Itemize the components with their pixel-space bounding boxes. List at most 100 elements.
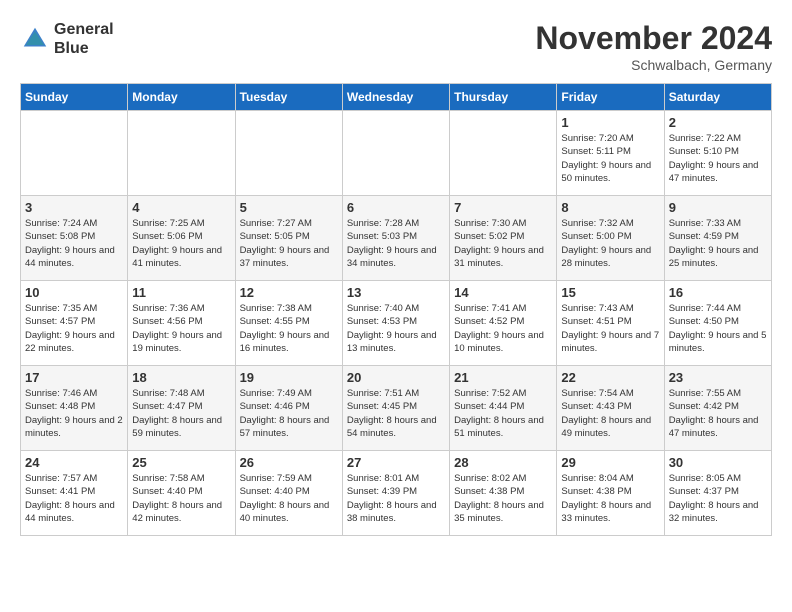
day-cell: 4Sunrise: 7:25 AM Sunset: 5:06 PM Daylig…: [128, 196, 235, 281]
day-cell: 24 Sunrise: 7:57 AM Sunset: 4:41 PM Dayli…: [21, 451, 128, 536]
week-row-4: 17 Sunrise: 7:46 AM Sunset: 4:48 PM Dayli…: [21, 366, 772, 451]
day-cell: 27 Sunrise: 8:01 AM Sunset: 4:39 PM Dayli…: [342, 451, 449, 536]
day-info: Sunrise: 7:33 AM Sunset: 4:59 PM Dayligh…: [669, 217, 767, 270]
calendar-table: SundayMondayTuesdayWednesdayThursdayFrid…: [20, 83, 772, 536]
day-info: Sunrise: 7:48 AM Sunset: 4:47 PM Dayligh…: [132, 387, 230, 440]
day-info: Sunrise: 7:22 AM Sunset: 5:10 PM Dayligh…: [669, 132, 767, 185]
day-number: 17: [25, 370, 123, 385]
day-number: 25: [132, 455, 230, 470]
day-info: Sunrise: 7:58 AM Sunset: 4:40 PM Dayligh…: [132, 472, 230, 525]
day-cell: 2 Sunrise: 7:22 AM Sunset: 5:10 PM Daylig…: [664, 111, 771, 196]
day-number: 29: [561, 455, 659, 470]
day-number: 24: [25, 455, 123, 470]
day-info: Sunrise: 7:43 AM Sunset: 4:51 PM Dayligh…: [561, 302, 659, 355]
day-cell: 14Sunrise: 7:41 AM Sunset: 4:52 PM Dayli…: [450, 281, 557, 366]
day-info: Sunrise: 7:24 AM Sunset: 5:08 PM Dayligh…: [25, 217, 123, 270]
day-info: Sunrise: 7:27 AM Sunset: 5:05 PM Dayligh…: [240, 217, 338, 270]
weekday-header-sunday: Sunday: [21, 84, 128, 111]
weekday-header-wednesday: Wednesday: [342, 84, 449, 111]
day-cell: 11 Sunrise: 7:36 AM Sunset: 4:56 PM Dayli…: [128, 281, 235, 366]
week-row-3: 10 Sunrise: 7:35 AM Sunset: 4:57 PM Dayli…: [21, 281, 772, 366]
day-info: Sunrise: 7:25 AM Sunset: 5:06 PM Dayligh…: [132, 217, 230, 270]
week-row-2: 3 Sunrise: 7:24 AM Sunset: 5:08 PM Daylig…: [21, 196, 772, 281]
page-header: General Blue November 2024 Schwalbach, G…: [20, 20, 772, 73]
day-info: Sunrise: 7:57 AM Sunset: 4:41 PM Dayligh…: [25, 472, 123, 525]
day-cell: 29 Sunrise: 8:04 AM Sunset: 4:38 PM Dayli…: [557, 451, 664, 536]
day-info: Sunrise: 7:46 AM Sunset: 4:48 PM Dayligh…: [25, 387, 123, 440]
header-row: SundayMondayTuesdayWednesdayThursdayFrid…: [21, 84, 772, 111]
day-number: 20: [347, 370, 445, 385]
day-info: Sunrise: 7:20 AM Sunset: 5:11 PM Dayligh…: [561, 132, 659, 185]
day-cell: 20 Sunrise: 7:51 AM Sunset: 4:45 PM Dayli…: [342, 366, 449, 451]
weekday-header-thursday: Thursday: [450, 84, 557, 111]
day-cell: 8 Sunrise: 7:32 AM Sunset: 5:00 PM Daylig…: [557, 196, 664, 281]
day-cell: 5 Sunrise: 7:27 AM Sunset: 5:05 PM Daylig…: [235, 196, 342, 281]
day-number: 23: [669, 370, 767, 385]
day-info: Sunrise: 7:28 AM Sunset: 5:03 PM Dayligh…: [347, 217, 445, 270]
day-number: 1: [561, 115, 659, 130]
day-cell: 19Sunrise: 7:49 AM Sunset: 4:46 PM Dayli…: [235, 366, 342, 451]
day-info: Sunrise: 7:55 AM Sunset: 4:42 PM Dayligh…: [669, 387, 767, 440]
day-cell: 9Sunrise: 7:33 AM Sunset: 4:59 PM Daylig…: [664, 196, 771, 281]
day-number: 18: [132, 370, 230, 385]
day-info: Sunrise: 7:32 AM Sunset: 5:00 PM Dayligh…: [561, 217, 659, 270]
day-number: 3: [25, 200, 123, 215]
day-number: 8: [561, 200, 659, 215]
day-number: 10: [25, 285, 123, 300]
day-cell: 6 Sunrise: 7:28 AM Sunset: 5:03 PM Daylig…: [342, 196, 449, 281]
day-info: Sunrise: 8:05 AM Sunset: 4:37 PM Dayligh…: [669, 472, 767, 525]
week-row-5: 24 Sunrise: 7:57 AM Sunset: 4:41 PM Dayli…: [21, 451, 772, 536]
day-info: Sunrise: 8:04 AM Sunset: 4:38 PM Dayligh…: [561, 472, 659, 525]
logo: General Blue: [20, 20, 114, 58]
weekday-header-monday: Monday: [128, 84, 235, 111]
day-cell: 21Sunrise: 7:52 AM Sunset: 4:44 PM Dayli…: [450, 366, 557, 451]
logo-text: General Blue: [54, 20, 114, 58]
month-title: November 2024: [535, 20, 772, 57]
day-info: Sunrise: 7:30 AM Sunset: 5:02 PM Dayligh…: [454, 217, 552, 270]
day-info: Sunrise: 7:40 AM Sunset: 4:53 PM Dayligh…: [347, 302, 445, 355]
day-cell: 13 Sunrise: 7:40 AM Sunset: 4:53 PM Dayli…: [342, 281, 449, 366]
day-number: 5: [240, 200, 338, 215]
day-cell: [128, 111, 235, 196]
day-cell: [235, 111, 342, 196]
day-number: 13: [347, 285, 445, 300]
day-info: Sunrise: 7:35 AM Sunset: 4:57 PM Dayligh…: [25, 302, 123, 355]
day-cell: 28Sunrise: 8:02 AM Sunset: 4:38 PM Dayli…: [450, 451, 557, 536]
day-number: 22: [561, 370, 659, 385]
day-cell: 7 Sunrise: 7:30 AM Sunset: 5:02 PM Daylig…: [450, 196, 557, 281]
day-info: Sunrise: 7:36 AM Sunset: 4:56 PM Dayligh…: [132, 302, 230, 355]
day-number: 11: [132, 285, 230, 300]
day-number: 28: [454, 455, 552, 470]
day-cell: 1 Sunrise: 7:20 AM Sunset: 5:11 PM Daylig…: [557, 111, 664, 196]
day-info: Sunrise: 7:38 AM Sunset: 4:55 PM Dayligh…: [240, 302, 338, 355]
day-number: 21: [454, 370, 552, 385]
day-number: 7: [454, 200, 552, 215]
day-cell: 15 Sunrise: 7:43 AM Sunset: 4:51 PM Dayli…: [557, 281, 664, 366]
day-cell: 10 Sunrise: 7:35 AM Sunset: 4:57 PM Dayli…: [21, 281, 128, 366]
day-number: 16: [669, 285, 767, 300]
day-info: Sunrise: 7:51 AM Sunset: 4:45 PM Dayligh…: [347, 387, 445, 440]
day-cell: 26 Sunrise: 7:59 AM Sunset: 4:40 PM Dayli…: [235, 451, 342, 536]
week-row-1: 1 Sunrise: 7:20 AM Sunset: 5:11 PM Daylig…: [21, 111, 772, 196]
weekday-header-saturday: Saturday: [664, 84, 771, 111]
logo-line2: Blue: [54, 39, 114, 58]
day-number: 27: [347, 455, 445, 470]
day-info: Sunrise: 8:01 AM Sunset: 4:39 PM Dayligh…: [347, 472, 445, 525]
day-cell: [342, 111, 449, 196]
day-number: 2: [669, 115, 767, 130]
day-cell: 30 Sunrise: 8:05 AM Sunset: 4:37 PM Dayli…: [664, 451, 771, 536]
day-number: 30: [669, 455, 767, 470]
weekday-header-friday: Friday: [557, 84, 664, 111]
day-info: Sunrise: 7:41 AM Sunset: 4:52 PM Dayligh…: [454, 302, 552, 355]
day-info: Sunrise: 7:59 AM Sunset: 4:40 PM Dayligh…: [240, 472, 338, 525]
day-number: 12: [240, 285, 338, 300]
day-number: 15: [561, 285, 659, 300]
day-number: 26: [240, 455, 338, 470]
day-info: Sunrise: 7:54 AM Sunset: 4:43 PM Dayligh…: [561, 387, 659, 440]
day-cell: 25 Sunrise: 7:58 AM Sunset: 4:40 PM Dayli…: [128, 451, 235, 536]
day-number: 6: [347, 200, 445, 215]
day-cell: 22 Sunrise: 7:54 AM Sunset: 4:43 PM Dayli…: [557, 366, 664, 451]
weekday-header-tuesday: Tuesday: [235, 84, 342, 111]
day-cell: 18 Sunrise: 7:48 AM Sunset: 4:47 PM Dayli…: [128, 366, 235, 451]
day-info: Sunrise: 7:49 AM Sunset: 4:46 PM Dayligh…: [240, 387, 338, 440]
